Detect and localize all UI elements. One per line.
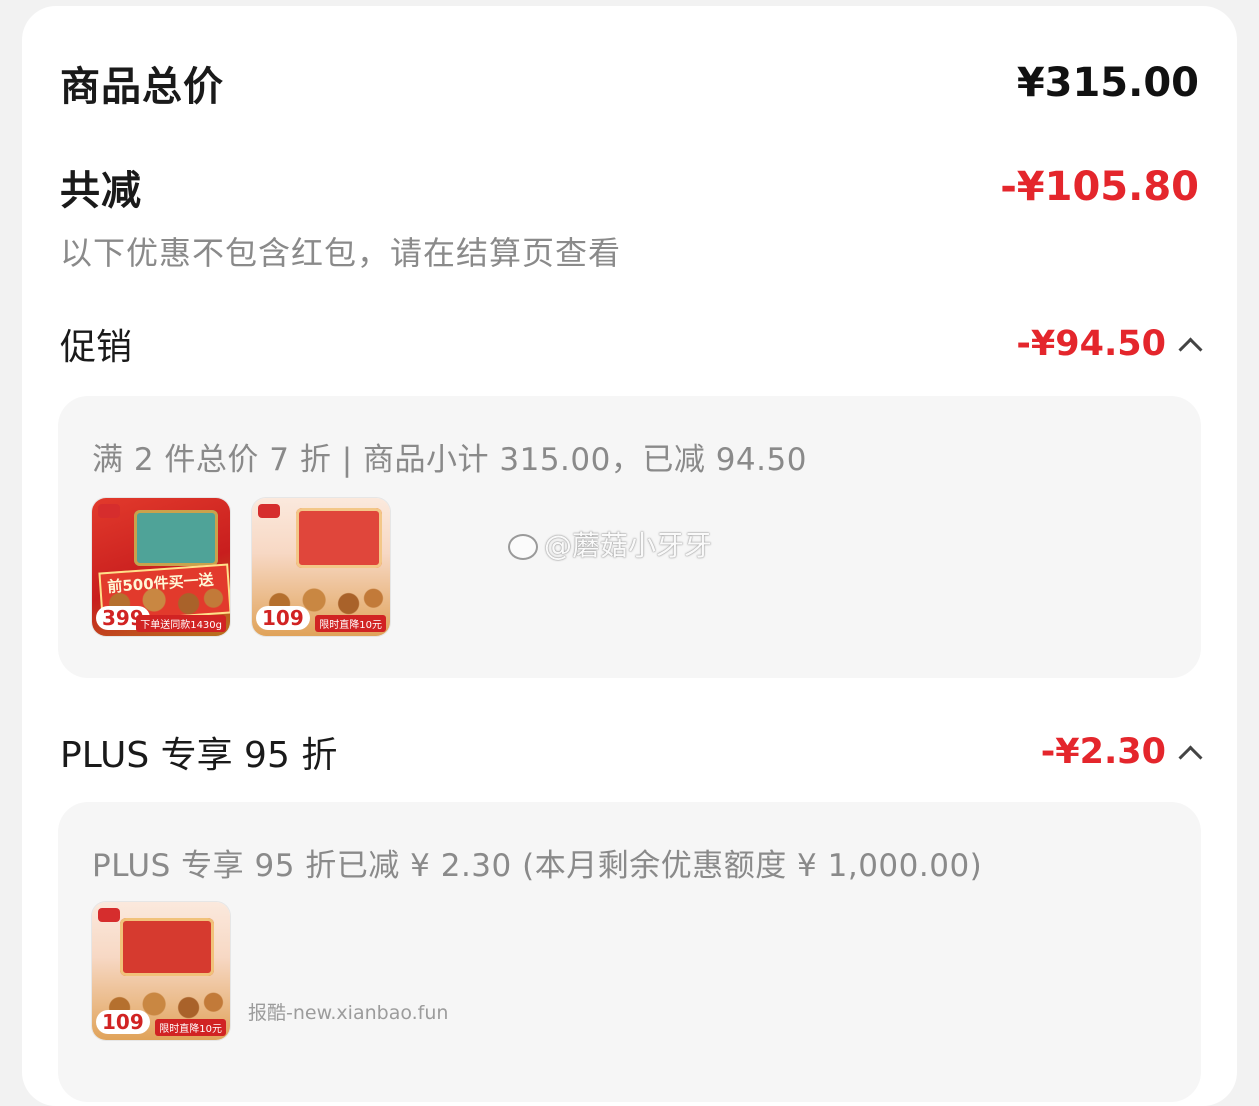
gift-box-image xyxy=(134,510,218,566)
promo-detail-text: 满 2 件总价 7 折 | 商品小计 315.00，已减 94.50 xyxy=(92,442,807,478)
site-watermark: 报酷-new.xianbao.fun xyxy=(248,1002,449,1024)
total-price-label: 商品总价 xyxy=(60,64,224,110)
brand-logo-icon xyxy=(98,908,120,922)
total-price-value: ¥315.00 xyxy=(1016,60,1199,106)
promo-strip: 下单送同款1430g xyxy=(136,615,226,632)
plus-amount: -¥2.30 xyxy=(1040,732,1166,772)
price-tag: 109 xyxy=(96,1010,150,1034)
promo-detail-panel: 满 2 件总价 7 折 | 商品小计 315.00，已减 94.50 前500件… xyxy=(58,396,1201,678)
weibo-watermark-text: @蘑菇小牙牙 xyxy=(544,529,713,562)
total-reduce-value: -¥105.80 xyxy=(1000,164,1199,210)
promo-strip: 限时直降10元 xyxy=(315,615,386,632)
red-packet-note: 以下优惠不包含红包，请在结算页查看 xyxy=(60,234,622,272)
product-thumbnail[interactable]: 109 限时直降10元 xyxy=(252,498,390,636)
plus-amount-group[interactable]: -¥2.30 xyxy=(1040,732,1203,772)
weibo-icon xyxy=(508,534,538,560)
chevron-up-icon[interactable] xyxy=(1178,744,1203,770)
brand-logo-icon xyxy=(98,504,120,518)
gift-box-image xyxy=(120,918,214,976)
total-price-row: 商品总价 ¥315.00 xyxy=(60,54,1199,112)
total-reduce-row: 共减 -¥105.80 xyxy=(60,158,1199,216)
promo-amount-group[interactable]: -¥94.50 xyxy=(1016,324,1203,364)
price-tag: 109 xyxy=(256,606,310,630)
promo-strip: 限时直降10元 xyxy=(155,1019,226,1036)
promo-section-header[interactable]: 促销 -¥94.50 xyxy=(60,318,1203,370)
chevron-up-icon[interactable] xyxy=(1178,336,1203,362)
product-thumbnail[interactable]: 109 限时直降10元 xyxy=(92,902,230,1040)
gift-box-image xyxy=(296,508,382,568)
brand-logo-icon xyxy=(258,504,280,518)
promo-title: 促销 xyxy=(60,327,133,368)
product-thumbnail[interactable]: 前500件买一送一 399 下单送同款1430g xyxy=(92,498,230,636)
plus-detail-panel: PLUS 专享 95 折已减 ¥ 2.30 (本月剩余优惠额度 ¥ 1,000.… xyxy=(58,802,1201,1102)
weibo-watermark: @蘑菇小牙牙 xyxy=(508,524,712,564)
discount-detail-card: 商品总价 ¥315.00 共减 -¥105.80 以下优惠不包含红包，请在结算页… xyxy=(22,6,1237,1106)
plus-detail-text: PLUS 专享 95 折已减 ¥ 2.30 (本月剩余优惠额度 ¥ 1,000.… xyxy=(92,848,983,884)
total-reduce-label: 共减 xyxy=(60,168,142,214)
plus-section-header[interactable]: PLUS 专享 95 折 -¥2.30 xyxy=(60,726,1203,778)
promo-amount: -¥94.50 xyxy=(1016,324,1166,364)
plus-title: PLUS 专享 95 折 xyxy=(60,735,338,776)
